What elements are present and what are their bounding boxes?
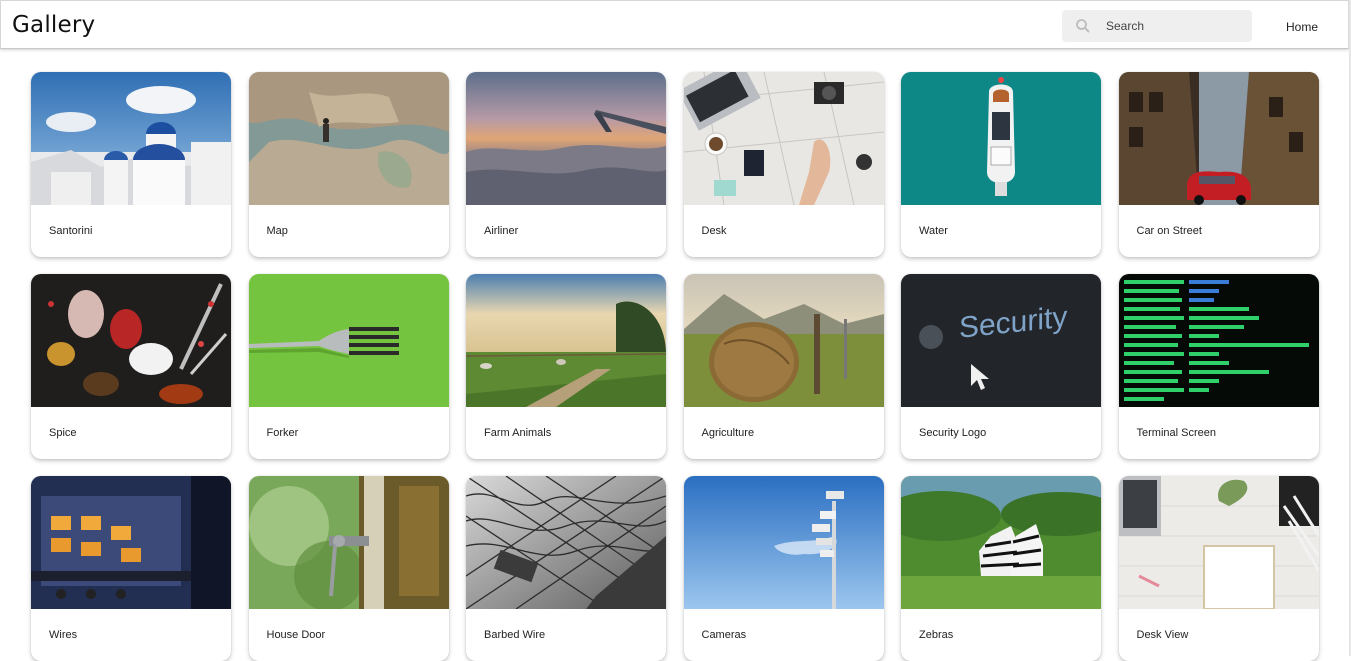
gallery-card-water[interactable]: Water bbox=[901, 72, 1101, 257]
card-label: Terminal Screen bbox=[1136, 427, 1216, 439]
gallery-card-spice[interactable]: Spice bbox=[31, 274, 231, 459]
desk-view-image bbox=[1118, 476, 1319, 609]
barbed-wire-image bbox=[466, 476, 666, 609]
page-title: Gallery bbox=[12, 12, 96, 38]
card-label: Desk View bbox=[1136, 629, 1189, 641]
airliner-image bbox=[466, 72, 666, 205]
card-label: Security Logo bbox=[919, 427, 987, 439]
card-label: House Door bbox=[266, 629, 326, 641]
nav-home-link[interactable]: Home bbox=[1286, 20, 1318, 34]
card-label: Spice bbox=[49, 427, 77, 439]
app-bar: Gallery Home bbox=[0, 0, 1349, 49]
gallery-grid: Santorini Map Airliner Desk Water Car on… bbox=[31, 72, 1321, 661]
card-label: Santorini bbox=[49, 225, 93, 237]
card-label: Forker bbox=[266, 427, 299, 439]
gallery-card-security-logo[interactable]: Security Security Logo bbox=[901, 274, 1101, 459]
spice-image bbox=[31, 274, 231, 407]
card-label: Wires bbox=[49, 629, 78, 641]
desk-image bbox=[683, 72, 884, 205]
gallery-card-map[interactable]: Map bbox=[248, 72, 449, 257]
house-door-image bbox=[248, 476, 449, 609]
gallery-card-car-on-street[interactable]: Car on Street bbox=[1118, 72, 1319, 257]
wires-image bbox=[31, 476, 231, 609]
water-image bbox=[901, 72, 1101, 205]
gallery-card-agriculture[interactable]: Agriculture bbox=[683, 274, 884, 459]
gallery-card-terminal-screen[interactable]: Terminal Screen bbox=[1118, 274, 1319, 459]
security-logo-image: Security bbox=[901, 274, 1101, 407]
gallery-card-barbed-wire[interactable]: Barbed Wire bbox=[466, 476, 666, 661]
search-box[interactable] bbox=[1062, 10, 1252, 42]
gallery-card-zebras[interactable]: Zebras bbox=[901, 476, 1101, 661]
card-label: Desk bbox=[701, 225, 727, 237]
car-on-street-image bbox=[1118, 72, 1319, 205]
card-label: Car on Street bbox=[1136, 225, 1202, 237]
search-icon bbox=[1076, 19, 1090, 33]
card-label: Agriculture bbox=[701, 427, 755, 439]
gallery-card-house-door[interactable]: House Door bbox=[248, 476, 449, 661]
card-label: Barbed Wire bbox=[484, 629, 546, 641]
gallery-card-forker[interactable]: Forker bbox=[248, 274, 449, 459]
gallery-card-desk[interactable]: Desk bbox=[683, 72, 884, 257]
gallery-card-farm-animals[interactable]: Farm Animals bbox=[466, 274, 666, 459]
cameras-image bbox=[683, 476, 884, 609]
card-label: Cameras bbox=[701, 629, 747, 641]
santorini-image bbox=[31, 72, 231, 205]
card-label: Airliner bbox=[484, 225, 519, 237]
agriculture-image bbox=[683, 274, 884, 407]
gallery-card-wires[interactable]: Wires bbox=[31, 476, 231, 661]
forker-image bbox=[248, 274, 449, 407]
gallery-card-desk-view[interactable]: Desk View bbox=[1118, 476, 1319, 661]
gallery-card-cameras[interactable]: Cameras bbox=[683, 476, 884, 661]
card-label: Water bbox=[919, 225, 948, 237]
card-label: Farm Animals bbox=[484, 427, 552, 439]
zebras-image bbox=[901, 476, 1101, 609]
gallery-card-airliner[interactable]: Airliner bbox=[466, 72, 666, 257]
card-label: Zebras bbox=[919, 629, 954, 641]
terminal-screen-image bbox=[1118, 274, 1319, 407]
map-image bbox=[248, 72, 449, 205]
gallery-card-santorini[interactable]: Santorini bbox=[31, 72, 231, 257]
card-label: Map bbox=[266, 225, 288, 237]
farm-animals-image bbox=[466, 274, 666, 407]
search-input[interactable] bbox=[1106, 10, 1246, 42]
